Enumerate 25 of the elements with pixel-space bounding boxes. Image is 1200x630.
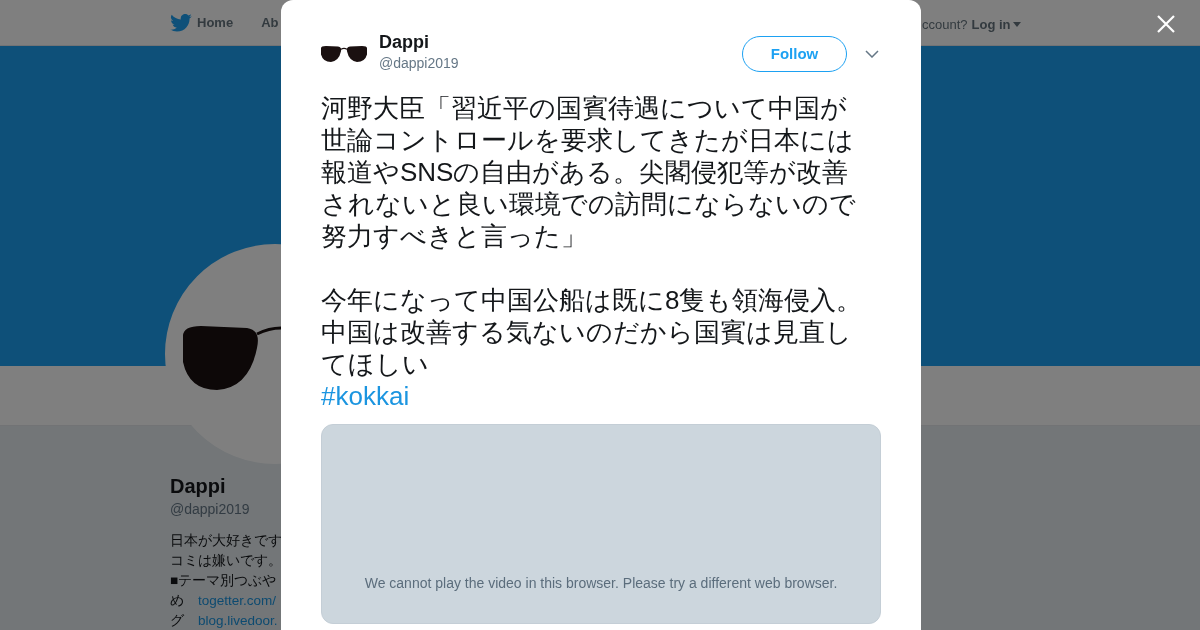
nav-link[interactable]: Home	[197, 12, 234, 33]
tweet-text: 河野大臣「習近平の国賓待遇について中国が世論コントロールを要求してきたが日本には報道やSNSの自由がある。尖閣侵犯等が改善されないと良い環境での訪問にならないので努力すべきと言った」	[321, 92, 857, 252]
tweet-text: 今年になって中国公船は既に8隻も領海侵入。	[321, 284, 864, 316]
bio-text: め	[170, 592, 185, 610]
sunglasses-icon	[321, 46, 367, 62]
bio-link[interactable]: togetter.com/	[198, 591, 277, 611]
account-prompt: ccount?	[922, 16, 968, 34]
caret-icon	[1012, 22, 1021, 28]
bio-line: コミは嫌いです。	[170, 552, 281, 570]
login-link[interactable]: Log in	[971, 15, 1021, 35]
bio-text: グ	[170, 612, 185, 630]
chevron-icon[interactable]	[865, 49, 879, 59]
bio-link[interactable]: blog.livedoor.	[198, 611, 278, 630]
bird-icon	[170, 13, 192, 32]
author-handle: @dappi2019	[379, 54, 459, 73]
bio-line: 日本が大好きです	[170, 532, 281, 550]
profile-name: Dappi	[170, 474, 227, 499]
close-icon	[1156, 14, 1176, 34]
author-name: Dappi	[379, 31, 430, 53]
hashtag-link[interactable]: #kokkai	[321, 380, 410, 412]
tweet-text: 中国は改善する気ないのだから国賓は見直してほしい	[321, 316, 853, 380]
profile-handle: @dappi2019	[170, 500, 251, 519]
bio-line: ■テーマ別つぶや	[170, 572, 278, 590]
nav-link[interactable]: Ab	[261, 12, 279, 33]
video-error-message: We cannot play the video in this browser. Please try a different web browser.	[364, 574, 838, 593]
